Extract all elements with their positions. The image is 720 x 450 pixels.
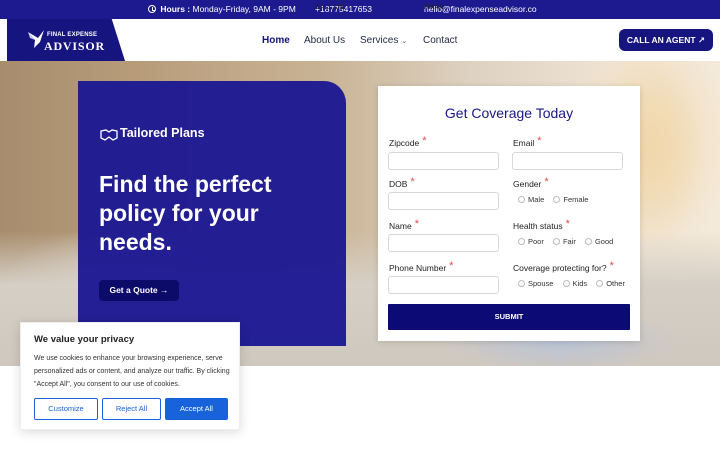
health-status-label-text: Health status — [513, 221, 563, 231]
arrow-right-icon: → — [160, 285, 169, 295]
cookie-banner: We value your privacy We use cookies to … — [20, 322, 240, 430]
required-asterisk: * — [544, 176, 549, 188]
coverage-label-text: Coverage protecting for? — [513, 263, 607, 273]
health-status-label: Health status * — [513, 218, 570, 232]
clock-icon — [148, 5, 156, 13]
phone-number-label: Phone Number * — [389, 260, 454, 274]
health-fair-radio[interactable] — [552, 238, 560, 245]
coverage-spouse-radio[interactable] — [518, 280, 525, 287]
coverage-other-label[interactable]: Other — [606, 279, 625, 288]
chevron-down-icon: ⌄ — [401, 38, 408, 45]
gender-female-label[interactable]: Female — [563, 195, 588, 204]
site-logo[interactable]: FINAL EXPENSE ADVISOR — [7, 19, 126, 64]
customize-button[interactable]: Customize — [34, 398, 98, 420]
email-label: Email * — [513, 135, 542, 149]
get-quote-label: Get a Quote — [109, 285, 158, 295]
coverage-label: Coverage protecting for? * — [513, 260, 614, 274]
dob-label-text: DOB — [389, 179, 408, 189]
coverage-spouse-label[interactable]: Spouse — [528, 279, 553, 288]
coverage-form: Get Coverage Today Zipcode * Email * DOB * … — [378, 86, 640, 341]
gender-label-text: Gender — [513, 179, 542, 189]
reject-all-button[interactable]: Reject All — [102, 398, 161, 420]
gender-male-radio[interactable] — [518, 196, 525, 203]
coverage-kids-label[interactable]: Kids — [573, 279, 588, 288]
call-agent-button[interactable]: CALL AN AGENT ↗ — [619, 29, 713, 51]
email-label-text: Email — [513, 138, 535, 148]
call-agent-label: CALL AN AGENT — [626, 35, 696, 45]
nav-services[interactable]: Services ⌄ — [360, 35, 407, 46]
cookie-title: We value your privacy — [34, 334, 135, 345]
health-good-label[interactable]: Good — [595, 237, 613, 246]
required-asterisk: * — [449, 260, 454, 272]
coverage-kids-radio[interactable] — [562, 280, 570, 287]
arrow-up-right-icon: ↗ — [697, 35, 706, 45]
required-asterisk: * — [410, 176, 415, 188]
gender-label: Gender * — [513, 176, 549, 190]
health-poor-label[interactable]: Poor — [528, 237, 544, 246]
logo-main-text: ADVISOR — [44, 39, 105, 53]
required-asterisk: * — [565, 218, 570, 230]
hero-title: Find the perfect policy for your needs. — [99, 171, 272, 255]
gender-male-label[interactable]: Male — [528, 195, 544, 204]
phone-number-label-text: Phone Number — [389, 263, 447, 273]
hours-info: Hours : Monday-Friday, 9AM - 9PM — [148, 4, 296, 14]
submit-button[interactable]: SUBMIT — [388, 304, 630, 330]
health-good-radio[interactable] — [584, 238, 592, 245]
health-options: Poor Fair Good — [518, 237, 620, 246]
handshake-icon — [100, 129, 118, 141]
dob-label: DOB * — [389, 176, 415, 190]
coverage-options: Spouse Kids Other — [518, 279, 632, 288]
health-fair-label[interactable]: Fair — [563, 237, 576, 246]
required-asterisk: * — [422, 135, 427, 147]
zipcode-input[interactable] — [388, 152, 499, 170]
get-quote-button[interactable]: Get a Quote → — [99, 280, 179, 301]
required-asterisk: * — [414, 218, 419, 230]
bird-logo-icon — [28, 30, 44, 48]
name-label: Name * — [389, 218, 419, 232]
name-label-text: Name — [389, 221, 412, 231]
hours-value: Monday-Friday, 9AM - 9PM — [192, 4, 296, 14]
top-bar: Hours : Monday-Friday, 9AM - 9PM CALL US… — [0, 0, 720, 19]
health-poor-radio[interactable] — [518, 238, 525, 245]
hours-label: Hours : — [160, 4, 191, 14]
tailored-plans-badge: Tailored Plans — [120, 126, 205, 140]
email-info[interactable]: EMAIL : hello@finalexpenseadvisor.co — [424, 4, 537, 14]
email-input[interactable] — [512, 152, 623, 170]
coverage-other-radio[interactable] — [596, 280, 604, 287]
name-input[interactable] — [388, 234, 499, 252]
accept-all-button[interactable]: Accept All — [165, 398, 228, 420]
nav-home[interactable]: Home — [262, 35, 290, 46]
required-asterisk: * — [609, 260, 614, 272]
phone-number-input[interactable] — [388, 276, 499, 294]
zipcode-label: Zipcode * — [389, 135, 427, 149]
nav-contact[interactable]: Contact — [423, 35, 457, 46]
nav-about-us[interactable]: About Us — [304, 35, 345, 46]
gender-female-radio[interactable] — [553, 196, 561, 203]
required-asterisk: * — [537, 135, 542, 147]
page: Hours : Monday-Friday, 9AM - 9PM CALL US… — [0, 0, 720, 450]
dob-input[interactable] — [388, 192, 499, 210]
zipcode-label-text: Zipcode — [389, 138, 420, 148]
email-label: EMAIL : — [424, 4, 449, 11]
logo-top-text: FINAL EXPENSE — [47, 32, 98, 38]
call-label: CALL US: — [315, 4, 346, 11]
form-title: Get Coverage Today — [444, 105, 574, 121]
nav-services-label: Services — [360, 35, 399, 46]
cookie-text: We use cookies to enhance your browsing … — [34, 355, 230, 388]
call-info[interactable]: CALL US: +18775417653 — [315, 4, 372, 14]
gender-options: Male Female — [518, 195, 595, 204]
